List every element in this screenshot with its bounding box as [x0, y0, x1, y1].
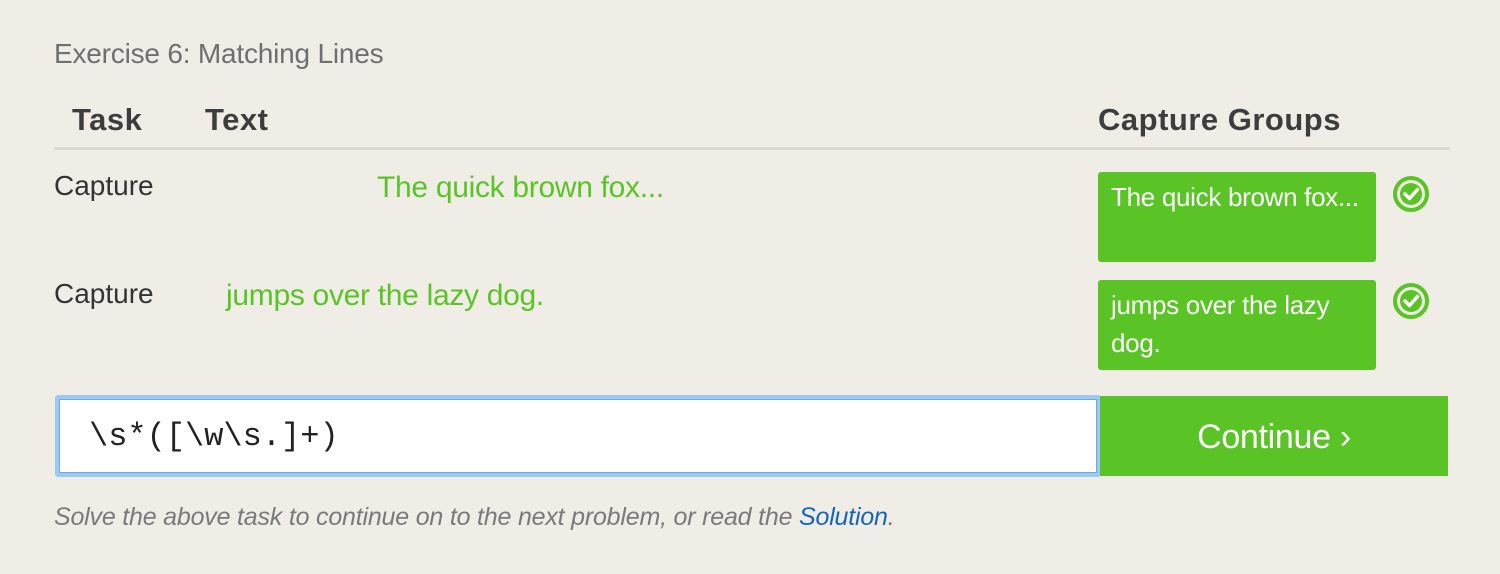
- exercise-title: Exercise 6: Matching Lines: [54, 38, 384, 69]
- row-2-task-label: Capture: [54, 278, 154, 309]
- footer-note-suffix: .: [887, 503, 895, 531]
- row-1-capture-group: The quick brown fox...: [1098, 172, 1376, 262]
- task-column-header: Task: [72, 102, 143, 137]
- row-2-capture-group: jumps over the lazy dog.: [1098, 280, 1376, 370]
- regex-input[interactable]: [55, 395, 1101, 477]
- row-1-task-label: Capture: [54, 170, 154, 201]
- exercise-page: Exercise 6: Matching Lines Task Text Cap…: [0, 0, 1500, 574]
- continue-button[interactable]: Continue ›: [1100, 396, 1448, 476]
- row-1-text: The quick brown fox...: [377, 171, 664, 204]
- row-2-text: jumps over the lazy dog.: [226, 279, 544, 312]
- solution-link[interactable]: Solution: [799, 503, 888, 531]
- footer-note-prefix: Solve the above task to continue on to t…: [54, 503, 800, 531]
- row-2-check-circle-icon: [1393, 283, 1429, 319]
- header-divider: [54, 147, 1450, 150]
- text-column-header: Text: [205, 102, 269, 137]
- row-1-check-circle-icon: [1393, 176, 1429, 212]
- capture-groups-column-header: Capture Groups: [1098, 102, 1341, 137]
- footer-note: Solve the above task to continue on to t…: [54, 503, 895, 532]
